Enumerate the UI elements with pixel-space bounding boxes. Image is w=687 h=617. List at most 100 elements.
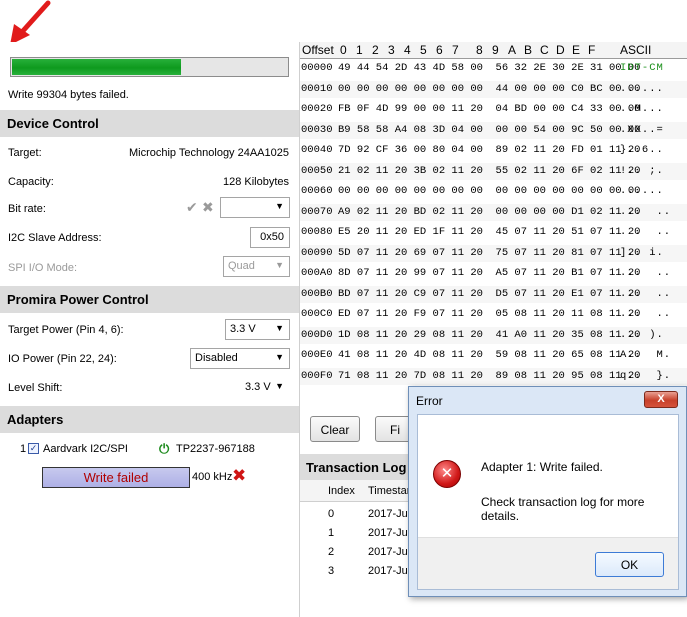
hex-row-bytes: BD 07 11 20 C9 07 11 20 D5 07 11 20 E1 0… — [338, 287, 641, 300]
hex-row[interactable]: 000A0 8D 07 11 20 99 07 11 20 A5 07 11 20… — [300, 265, 687, 282]
hex-row-offset: 000C0 — [301, 308, 333, 320]
hex-row-ascii: . . .. — [620, 226, 672, 238]
hex-row[interactable]: 000F0 71 08 11 20 7D 08 11 20 89 08 11 20… — [300, 367, 687, 385]
adapter-index: 1 — [20, 443, 27, 455]
hex-row-offset: 00040 — [301, 144, 333, 156]
hex-row-offset: 00000 — [301, 62, 333, 74]
col-index-header[interactable]: Index — [328, 485, 355, 497]
io-power-select[interactable]: Disabled ▼ — [190, 348, 290, 369]
hex-view[interactable]: 00000 49 44 54 2D 43 4D 58 00 56 32 2E 30… — [300, 60, 687, 410]
hex-ascii-header: ASCII — [620, 43, 652, 57]
bitrate-check-icon[interactable]: ✔ — [186, 199, 198, 216]
row-index: 3 — [328, 565, 335, 577]
adapter-serial: TP2237-967188 — [176, 443, 255, 455]
hex-col-d: D — [556, 43, 565, 57]
hex-col-3: 3 — [388, 43, 395, 57]
chevron-down-icon: ▼ — [275, 201, 284, 211]
hex-row-bytes: 7D 92 CF 36 00 80 04 00 89 02 11 20 FD 0… — [338, 144, 641, 156]
target-value: Microchip Technology 24AA1025 — [128, 147, 289, 159]
bitrate-cross-icon[interactable]: ✖ — [202, 199, 214, 216]
hex-row-ascii: A.. M. — [620, 349, 672, 361]
hex-row[interactable]: 000B0 BD 07 11 20 C9 07 11 20 D5 07 11 20… — [300, 285, 687, 303]
io-power-value: Disabled — [195, 352, 238, 364]
hex-col-2: 2 — [372, 43, 379, 57]
hex-row-ascii: ...... — [620, 82, 664, 95]
dialog-body: ✕ Adapter 1: Write failed. Check transac… — [417, 414, 679, 590]
hex-row[interactable]: 00010 00 00 00 00 00 00 00 00 44 00 00 00… — [300, 80, 687, 98]
write-progress-fill — [12, 59, 181, 75]
hex-offset-header: Offset — [302, 43, 334, 57]
hex-row-bytes: 00 00 00 00 00 00 00 00 44 00 00 00 C0 B… — [338, 82, 641, 95]
adapter-speed: 400 kHz — [192, 471, 233, 483]
dialog-detail: Check transaction log for more details. — [481, 495, 645, 523]
hex-row-bytes: E5 20 11 20 ED 1F 11 20 45 07 11 20 51 0… — [338, 226, 641, 238]
hex-row[interactable]: 000E0 41 08 11 20 4D 08 11 20 59 08 11 20… — [300, 347, 687, 364]
hex-row[interactable]: 00030 B9 58 58 A4 08 3D 04 00 00 00 54 00… — [300, 121, 687, 139]
level-shift-value: 3.3 V — [245, 381, 271, 393]
hex-row[interactable]: 00090 5D 07 11 20 69 07 11 20 75 07 11 20… — [300, 244, 687, 262]
hex-row-ascii: ... ). — [620, 328, 664, 341]
adapter-name: Aardvark I2C/SPI — [43, 443, 128, 455]
i2c-address-label: I2C Slave Address: — [8, 232, 102, 244]
i2c-address-input[interactable]: 0x50 — [250, 227, 290, 248]
hex-row[interactable]: 00070 A9 02 11 20 BD 02 11 20 00 00 00 00… — [300, 203, 687, 221]
col-timestamp-header[interactable]: Timestar — [368, 485, 410, 497]
adapter-status-badge: Write failed — [42, 467, 190, 488]
hex-row-offset: 00020 — [301, 103, 333, 115]
dialog-title: Error — [416, 394, 443, 408]
fail-cross-icon: ✖ — [232, 466, 247, 485]
hex-row-bytes: 5D 07 11 20 69 07 11 20 75 07 11 20 81 0… — [338, 246, 641, 259]
hex-row[interactable]: 00000 49 44 54 2D 43 4D 58 00 56 32 2E 30… — [300, 60, 687, 77]
hex-row[interactable]: 000D0 1D 08 11 20 29 08 11 20 41 A0 11 20… — [300, 326, 687, 344]
hex-row[interactable]: 000C0 ED 07 11 20 F9 07 11 20 05 08 11 20… — [300, 306, 687, 323]
hex-row-offset: 00070 — [301, 205, 333, 218]
spi-mode-value: Quad — [228, 260, 255, 272]
hex-row-bytes: 41 08 11 20 4D 08 11 20 59 08 11 20 65 0… — [338, 349, 641, 361]
hex-row[interactable]: 00060 00 00 00 00 00 00 00 00 00 00 00 00… — [300, 183, 687, 200]
hex-row-offset: 000D0 — [301, 328, 333, 341]
hex-col-5: 5 — [420, 43, 427, 57]
hex-header: Offset 0 1 2 3 4 5 6 7 8 9 A B C D E F A… — [300, 42, 687, 59]
hex-row-offset: 00030 — [301, 123, 333, 136]
ok-button[interactable]: OK — [595, 552, 664, 577]
error-dialog: Error X ✕ Adapter 1: Write failed. Check… — [408, 386, 687, 597]
hex-row[interactable]: 00040 7D 92 CF 36 00 80 04 00 89 02 11 20… — [300, 142, 687, 159]
hex-row-ascii: .XX..= — [620, 123, 664, 136]
bitrate-select[interactable]: ▼ — [220, 197, 290, 218]
row-timestamp: 2017-Jun — [368, 565, 414, 577]
power-icon[interactable]: ⏻ — [159, 441, 169, 457]
adapters-header: Adapters — [0, 406, 299, 433]
hex-col-c: C — [540, 43, 549, 57]
hex-row-bytes: FB 0F 4D 99 00 00 11 20 04 BD 00 00 C4 3… — [338, 103, 641, 115]
hex-row-offset: 00010 — [301, 82, 333, 95]
chevron-down-icon: ▼ — [275, 352, 284, 362]
hex-col-0: 0 — [340, 43, 347, 57]
hex-row[interactable]: 00020 FB 0F 4D 99 00 00 11 20 04 BD 00 00… — [300, 101, 687, 118]
clear-button[interactable]: Clear — [310, 416, 360, 442]
hex-row-offset: 00090 — [301, 246, 333, 259]
level-shift-select[interactable]: 3.3 V ▼ — [240, 377, 290, 398]
power-control-header: Promira Power Control — [0, 286, 299, 313]
hex-row[interactable]: 00050 21 02 11 20 3B 02 11 20 55 02 11 20… — [300, 162, 687, 180]
hex-row-ascii: ... .. — [620, 287, 672, 300]
spi-mode-select[interactable]: Quad ▼ — [223, 256, 290, 277]
chevron-down-icon: ▼ — [275, 260, 284, 270]
hex-row-bytes: A9 02 11 20 BD 02 11 20 00 00 00 00 D1 0… — [338, 205, 641, 218]
hex-row[interactable]: 00080 E5 20 11 20 ED 1F 11 20 45 07 11 20… — [300, 224, 687, 241]
hex-row-offset: 00050 — [301, 164, 333, 177]
status-text: Write 99304 bytes failed. — [8, 89, 129, 101]
hex-col-f: F — [588, 43, 596, 57]
hex-row-ascii: ... .. — [620, 205, 672, 218]
level-shift-label: Level Shift: — [8, 382, 63, 394]
close-icon[interactable]: X — [644, 391, 678, 408]
hex-col-4: 4 — [404, 43, 411, 57]
adapter-checkbox[interactable]: ✓ — [28, 443, 39, 454]
hex-row-offset: 000B0 — [301, 287, 333, 300]
hex-row-ascii: ... .. — [620, 267, 672, 279]
hex-row-ascii: q.. }. — [620, 369, 672, 382]
dialog-message: Adapter 1: Write failed. — [481, 460, 603, 474]
target-power-select[interactable]: 3.3 V ▼ — [225, 319, 290, 340]
hex-col-1: 1 — [356, 43, 363, 57]
spi-mode-label: SPI I/O Mode: — [8, 262, 78, 274]
row-index: 1 — [328, 527, 335, 539]
